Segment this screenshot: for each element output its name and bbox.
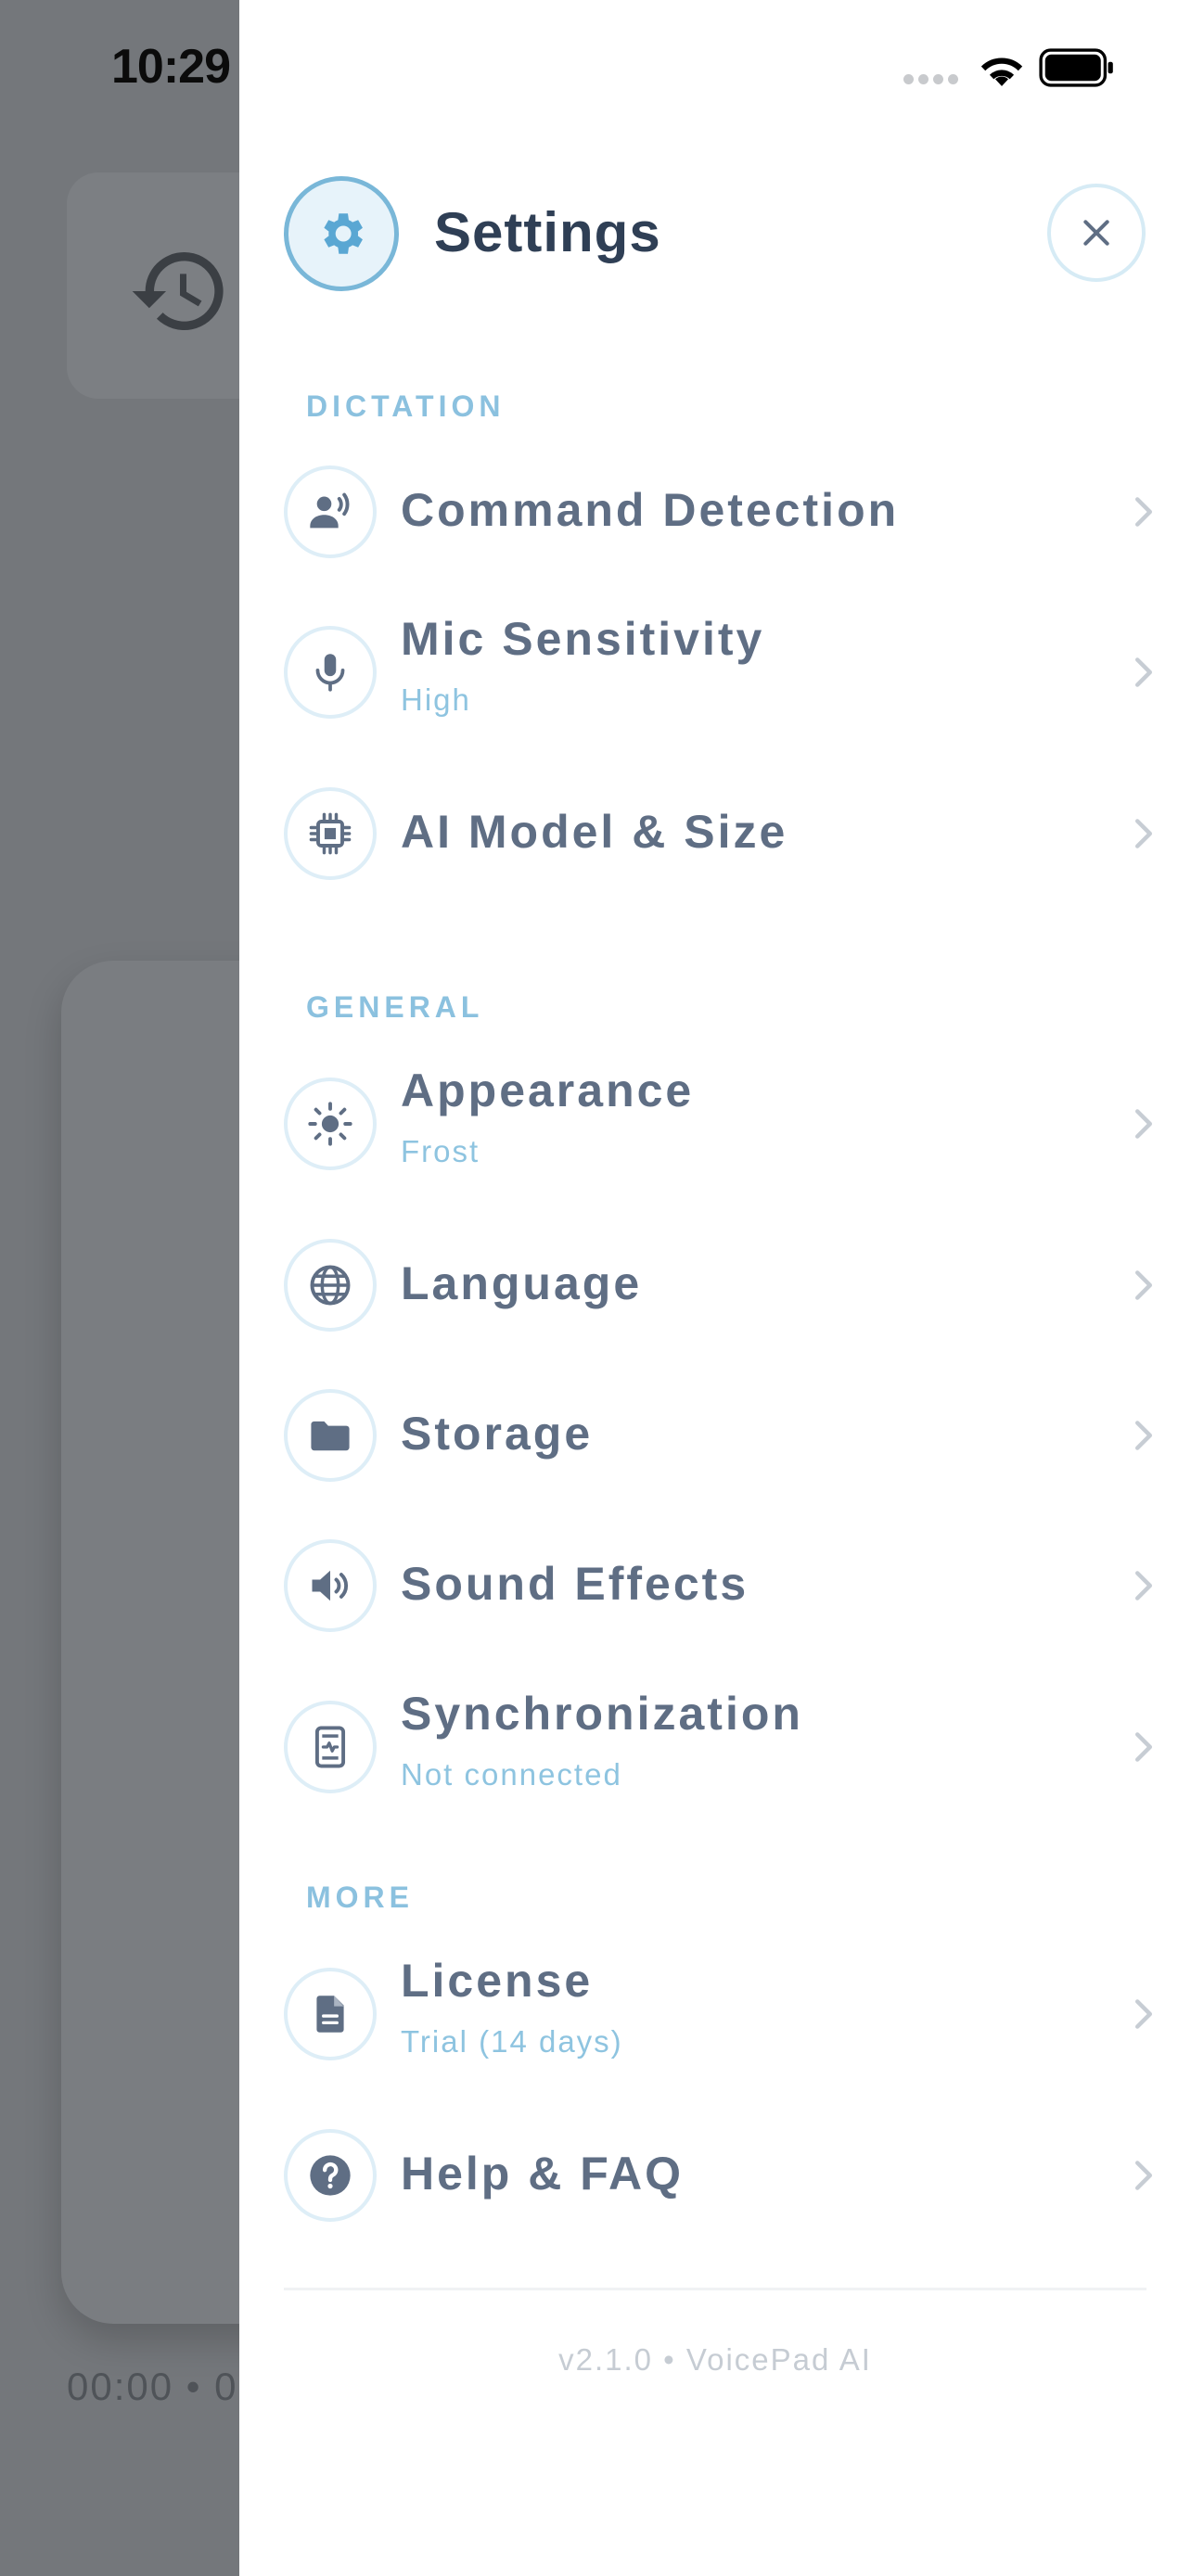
row-value: High — [401, 682, 471, 717]
settings-row-ai-model[interactable]: AI Model & Size — [284, 783, 1165, 885]
settings-row-sound-effects[interactable]: Sound Effects — [284, 1535, 1165, 1637]
sync-device-icon — [314, 1726, 346, 1768]
row-label: Appearance — [401, 1065, 695, 1116]
history-icon — [132, 252, 224, 330]
row-value: Trial (14 days) — [401, 2024, 623, 2059]
chevron-right-icon — [1134, 1109, 1153, 1139]
speaker-icon — [312, 1570, 349, 1601]
settings-row-synchronization[interactable]: Synchronization Not connected — [284, 1688, 1165, 1798]
folder-icon — [311, 1421, 350, 1451]
close-button[interactable] — [1047, 184, 1146, 282]
chevron-right-icon — [1134, 497, 1153, 527]
settings-row-mic-sensitivity[interactable]: Mic Sensitivity High — [284, 613, 1165, 723]
chevron-right-icon — [1134, 1421, 1153, 1450]
settings-badge — [284, 176, 399, 291]
chevron-right-icon — [1134, 657, 1153, 687]
settings-row-command-detection[interactable]: Command Detection — [284, 461, 1165, 563]
section-label-general: GENERAL — [306, 990, 484, 1024]
status-time: 10:29 — [111, 40, 231, 94]
row-label: AI Model & Size — [401, 806, 788, 858]
section-label-more: MORE — [306, 1881, 414, 1914]
chevron-right-icon — [1134, 2161, 1153, 2190]
voice-person-icon — [310, 492, 350, 529]
sun-icon — [308, 1102, 352, 1146]
gear-icon — [324, 213, 363, 254]
footer-divider — [284, 2288, 1146, 2290]
row-label: Sound Effects — [401, 1558, 749, 1610]
settings-row-language[interactable]: Language — [284, 1234, 1165, 1336]
chevron-right-icon — [1134, 819, 1153, 848]
chevron-right-icon — [1134, 1571, 1153, 1600]
recording-timer: 00:00 • 0 — [67, 2365, 238, 2408]
chip-icon — [309, 812, 352, 855]
chevron-right-icon — [1134, 1270, 1153, 1300]
microphone-icon — [315, 654, 345, 692]
chevron-right-icon — [1134, 1732, 1153, 1762]
row-label: Mic Sensitivity — [401, 613, 765, 665]
close-icon — [1083, 220, 1109, 246]
version-label: v2.1.0 • VoicePad AI — [558, 2342, 872, 2377]
settings-row-storage[interactable]: Storage — [284, 1384, 1165, 1486]
row-label: Synchronization — [401, 1688, 803, 1740]
wifi-icon — [980, 57, 1023, 86]
help-icon — [310, 2155, 351, 2196]
settings-row-help[interactable]: Help & FAQ — [284, 2124, 1165, 2226]
settings-drawer: Settings DICTATION Command Detection Mic — [239, 0, 1191, 2576]
document-icon — [316, 1996, 344, 2033]
settings-row-appearance[interactable]: Appearance Frost — [284, 1065, 1165, 1175]
row-value: Frost — [401, 1134, 480, 1168]
row-label: Language — [401, 1257, 643, 1309]
row-label: Storage — [401, 1408, 594, 1460]
battery-icon — [1039, 48, 1113, 87]
globe-icon — [310, 1265, 351, 1306]
row-label: License — [401, 1955, 594, 2007]
row-label: Command Detection — [401, 484, 900, 536]
section-label-dictation: DICTATION — [306, 389, 506, 423]
drawer-header: Settings — [239, 176, 1191, 297]
page-title: Settings — [434, 201, 661, 263]
settings-row-license[interactable]: License Trial (14 days) — [284, 1955, 1165, 2065]
row-label: Help & FAQ — [401, 2148, 685, 2200]
chevron-right-icon — [1134, 1999, 1153, 2029]
row-value: Not connected — [401, 1757, 622, 1792]
